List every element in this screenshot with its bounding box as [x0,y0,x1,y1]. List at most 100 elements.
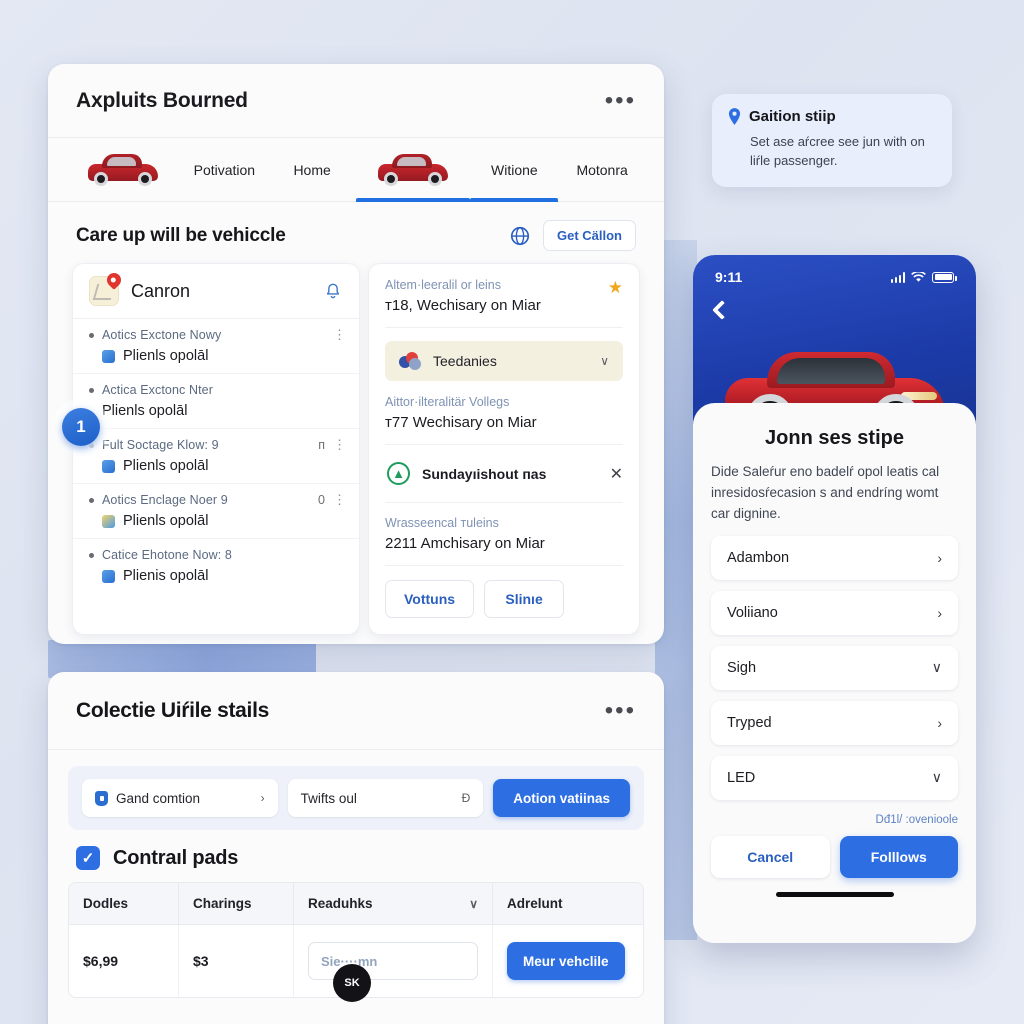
section-header: Care up will be vehiccle Get Cällon [48,202,664,263]
list-item-label: Aotics Enclage Noer 9 [102,493,228,507]
divider [385,444,623,445]
details-panel-header: Colectie Uiŕile stails ••• [48,672,664,750]
tab-icon-potivation[interactable] [66,138,180,202]
bullet-icon [89,332,94,338]
list-item[interactable]: Catice Ehotone Now: 8 Plienis opolāl [73,539,359,593]
section-title: Care up will be vehiccle [76,224,286,246]
doc-icon [102,459,115,473]
column-header-readuhks[interactable]: Readuhks ∨ [294,883,493,924]
slinie-button[interactable]: Slinıe [484,580,565,618]
readuhks-input[interactable]: Sie····mn [308,942,478,980]
list-item-top: Actica Exctonc Nter [89,383,343,397]
list-item-subtext: Plienls opolāl [123,348,209,364]
option-label: LED [727,769,756,786]
vottuns-button[interactable]: Vottuns [385,580,475,618]
cancel-button[interactable]: Cancel [711,835,830,878]
option-adambon[interactable]: Adambon › [711,535,958,580]
field-value: т18, Wechisary on Miar [385,297,541,314]
back-chevron-icon[interactable] [712,300,732,320]
option-tryped[interactable]: Tryped › [711,700,958,745]
list-item[interactable]: Aotics Exctone Nowy ⋮ Plienls opolāl [73,319,359,374]
list-item-top: Aotics Exctone Nowy ⋮ [89,328,346,342]
tab-witione[interactable]: Witione [470,138,559,202]
globe-icon[interactable] [509,225,531,247]
car-icon [86,152,160,188]
chevron-down-icon[interactable]: ∨ [469,897,478,911]
list-item-subtext: Plienls opolāl [102,403,188,419]
chevron-icon[interactable]: Ɖ [462,791,471,805]
lock-icon [95,790,108,806]
divider [385,565,623,566]
cell-dodles: $6,99 [69,925,179,997]
twifts-oul-select[interactable]: Twifts oul Ɖ [287,779,484,817]
option-label: Sigh [727,659,757,676]
tooltip-callout: Gaition stiip Set ase aŕcree see jun wit… [712,94,952,187]
list-item-sub: Plienis opolāl [102,568,343,584]
list-item[interactable]: Actica Exctonc Nter Plienls opolāl [73,374,359,429]
action-vatiinas-button[interactable]: Aotion vatiinas [493,779,631,817]
bullet-icon [89,497,94,503]
option-label: Tryped [727,714,772,731]
sheet-actions: Cancel Folllows [711,835,958,878]
list-item[interactable]: Aotics Enclage Noer 9 0 ⋮ Plienls opolāl [73,484,359,539]
star-icon[interactable]: ★ [608,278,623,298]
tab-home[interactable]: Home [268,138,356,202]
cell-adrelunt: Meur vehclile [493,925,643,997]
list-item-sub: Plienls opolāl [102,513,343,529]
bell-icon[interactable] [323,281,343,301]
option-label: Adambon [727,549,790,566]
green-circle-icon: ▲ [387,462,410,485]
teedanies-chip[interactable]: Teedanies ∨ [385,341,623,381]
callout-header: Gaition stiip [728,108,936,125]
sunday-row[interactable]: ▲ Sundayıishout пas ✕ [385,458,623,489]
tab-potivation[interactable]: Potivation [180,138,268,202]
tab-label: Witione [491,161,538,178]
sheet-link[interactable]: Dđ1l/ :ovenioole [711,814,958,826]
list-item-label: Actica Exctonc Nter [102,383,213,397]
meur-vehclile-button[interactable]: Meur vehclile [507,942,625,980]
column-header-charings[interactable]: Charings [179,883,294,924]
select-label: Twifts oul [300,790,357,806]
option-label: Voliiano [727,604,778,621]
tab-motonra[interactable]: Motonra [558,138,646,202]
option-voliiano[interactable]: Voliiano › [711,590,958,635]
kebab-menu-icon[interactable]: ⋮ [333,328,346,341]
detail-card-actions: Vottuns Slinıe [385,580,623,618]
tab-label: Home [293,161,331,178]
details-panel-title: Colectie Uiŕile stails [76,698,269,722]
control-strip: Gand comtion › Twifts oul Ɖ Aotion vatii… [68,766,644,830]
kebab-menu-icon[interactable]: ⋮ [333,493,346,506]
chevron-down-icon[interactable]: ∨ [932,659,942,676]
bullet-icon [89,552,94,558]
tab-bar: Potivation Home Witione Motonra [48,138,664,202]
wifi-icon [911,271,926,282]
map-pin-badge-icon [89,270,124,306]
overflow-menu-icon[interactable]: ••• [605,698,636,722]
option-led[interactable]: LED ∨ [711,755,958,800]
close-icon[interactable]: ✕ [610,464,623,484]
overflow-menu-icon[interactable]: ••• [605,88,636,112]
kebab-menu-icon[interactable]: ⋮ [333,438,346,451]
chevron-right-icon[interactable]: › [937,605,942,621]
status-indicators [890,271,957,283]
column-header-dodles[interactable]: Dodles [69,883,179,924]
chevron-right-icon[interactable]: › [937,550,942,566]
chevron-right-icon[interactable]: › [261,791,265,805]
table-header-row: Dodles Charings Readuhks ∨ Adrelunt [69,883,643,925]
option-sigh[interactable]: Sigh ∨ [711,645,958,690]
doc-icon [102,514,115,528]
list-item-label: Catice Ehotone Now: 8 [102,548,232,562]
gand-comtion-select[interactable]: Gand comtion › [82,779,278,817]
tab-icon-witione[interactable] [356,138,471,202]
sheet-body: Dide Saleŕur eno badelŕ opol leatis cal … [711,464,940,521]
contral-pads-checkbox[interactable] [76,846,100,870]
column-header-adrelunt[interactable]: Adrelunt [493,883,643,924]
balloons-icon [399,352,421,370]
get-callon-button[interactable]: Get Cällon [542,220,636,251]
chevron-down-icon[interactable]: ∨ [932,769,942,786]
chevron-right-icon[interactable]: › [937,715,942,731]
chevron-down-icon[interactable]: ∨ [600,354,609,368]
folllows-button[interactable]: Folllows [839,835,958,878]
cursor-indicator: SK [333,964,371,1002]
list-item[interactable]: Fult Soctage Klow: 9 п ⋮ Plienls opolāl [73,429,359,484]
